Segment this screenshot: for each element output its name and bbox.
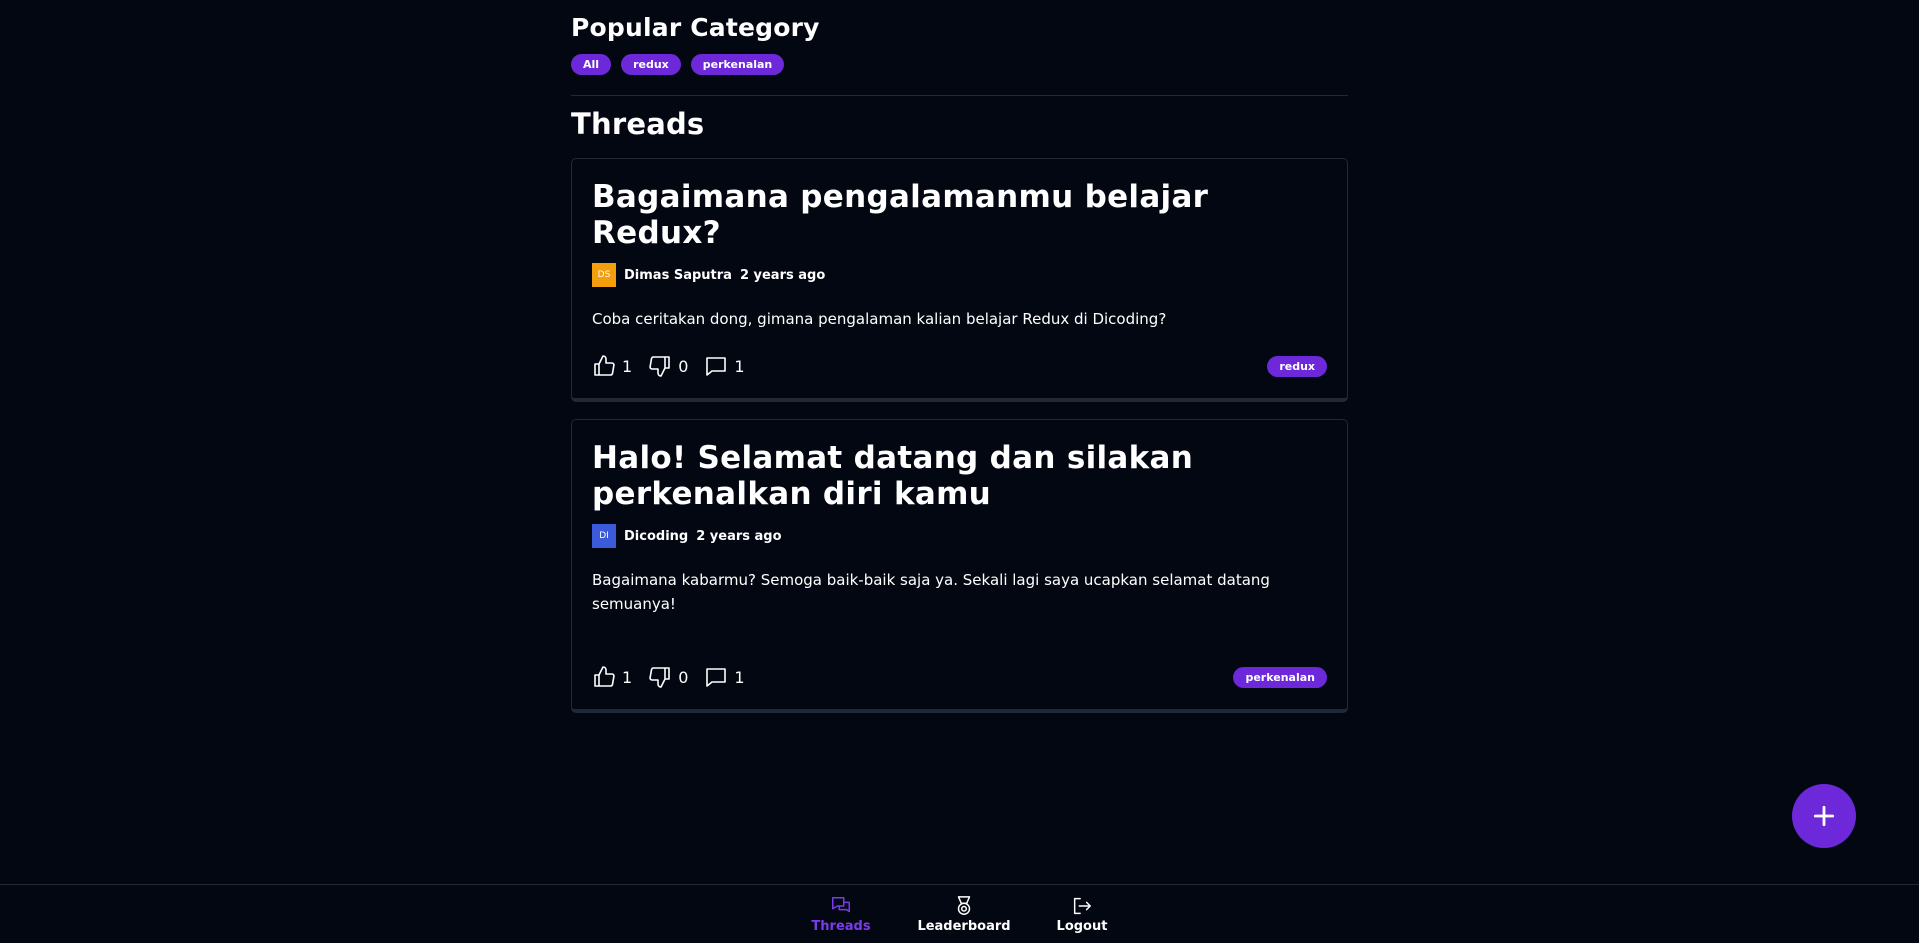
thread-title-link[interactable]: Halo! Selamat datang dan silakan perkena…: [592, 440, 1327, 512]
avatar: DS: [592, 263, 616, 287]
thread-actions: 1 0 1 redux: [592, 354, 1327, 378]
nav-leaderboard[interactable]: Leaderboard: [917, 895, 1011, 934]
category-chip-redux[interactable]: redux: [621, 54, 681, 75]
dislike-count: 0: [678, 356, 689, 376]
thumbs-up-icon: [594, 666, 615, 687]
comment-icon: [706, 357, 727, 376]
avatar: DI: [592, 524, 616, 548]
like-count: 1: [622, 356, 633, 376]
logout-icon: [1073, 897, 1091, 915]
category-list: All redux perkenalan: [571, 54, 1348, 75]
nav-logout[interactable]: Logout: [1054, 895, 1110, 934]
comment-count: 1: [734, 356, 745, 376]
thread-title-link[interactable]: Bagaimana pengalamanmu belajar Redux?: [592, 179, 1327, 251]
category-chip-perkenalan[interactable]: perkenalan: [690, 54, 785, 75]
nav-threads[interactable]: Threads: [811, 895, 871, 934]
like-button[interactable]: 1: [592, 665, 632, 689]
bottom-navigation: Threads Leaderboard Logout: [0, 884, 1919, 943]
plus-icon: [1813, 805, 1835, 827]
comment-icon: [706, 668, 727, 687]
dislike-button[interactable]: 0: [648, 354, 688, 378]
thumbs-up-icon: [594, 355, 615, 376]
comment-button[interactable]: 1: [704, 354, 745, 378]
thread-card: Halo! Selamat datang dan silakan perkena…: [571, 419, 1348, 713]
dislike-button[interactable]: 0: [648, 665, 688, 689]
main-content: Popular Category All redux perkenalan Th…: [571, 0, 1348, 713]
nav-threads-label: Threads: [811, 919, 871, 934]
thread-category-badge[interactable]: redux: [1267, 355, 1327, 377]
thread-body: Coba ceritakan dong, gimana pengalaman k…: [592, 310, 1167, 328]
like-button[interactable]: 1: [592, 354, 632, 378]
thread-category-badge[interactable]: perkenalan: [1233, 666, 1327, 688]
page: Popular Category All redux perkenalan Th…: [0, 0, 1919, 943]
add-thread-button[interactable]: [1792, 784, 1856, 848]
like-count: 1: [622, 667, 633, 687]
nav-leaderboard-label: Leaderboard: [917, 919, 1011, 934]
thread-time: 2 years ago: [739, 267, 826, 283]
category-chip-all[interactable]: All: [571, 54, 612, 75]
nav-logout-label: Logout: [1056, 919, 1108, 934]
thread-card: Bagaimana pengalamanmu belajar Redux? DS…: [571, 158, 1348, 402]
comment-count: 1: [734, 667, 745, 687]
thread-body: Bagaimana kabarmu? Semoga baik-baik saja…: [592, 571, 1270, 613]
medal-icon: [957, 896, 971, 915]
thumbs-down-icon: [649, 356, 670, 377]
author-name: Dicoding: [624, 528, 689, 544]
comment-button[interactable]: 1: [704, 665, 745, 689]
thread-meta: DS Dimas Saputra 2 years ago: [592, 263, 1327, 287]
thumbs-down-icon: [649, 667, 670, 688]
thread-actions: 1 0 1 perkenalan: [592, 665, 1327, 689]
dislike-count: 0: [678, 667, 689, 687]
popular-category-title: Popular Category: [571, 13, 820, 42]
threads-title: Threads: [571, 107, 705, 141]
section-divider: [571, 95, 1348, 96]
chat-bubbles-icon: [832, 897, 850, 913]
thread-time: 2 years ago: [696, 528, 782, 544]
thread-meta: DI Dicoding 2 years ago: [592, 524, 1327, 548]
author-name: Dimas Saputra: [624, 267, 732, 283]
